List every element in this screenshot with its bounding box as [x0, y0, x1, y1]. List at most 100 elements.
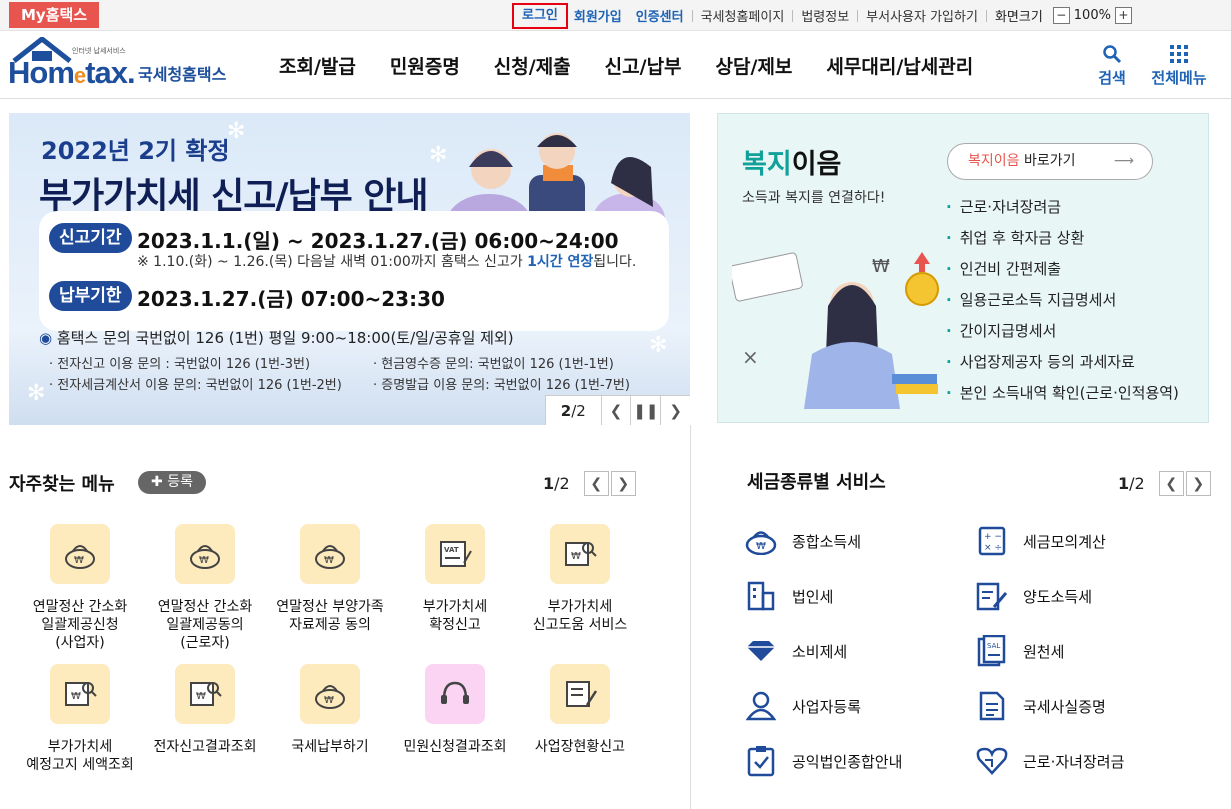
frequent-menu-item[interactable]: ₩ 부가가치세 예정고지 세액조회	[18, 664, 142, 774]
diamond-icon	[744, 634, 778, 668]
svg-text:₩: ₩	[324, 555, 334, 566]
banner-next-button[interactable]: ❯	[660, 395, 690, 425]
snowflake-icon: ✻	[649, 333, 668, 358]
tax-service-right-item[interactable]: + − × ÷ 세금모의계산	[975, 524, 1106, 558]
global-nav: 조회/발급 민원증명 신청/제출 신고/납부 상담/제보 세무대리/납세관리	[262, 31, 990, 99]
page-total: /2	[554, 474, 570, 493]
welfare-item[interactable]: 본인 소득내역 확인(근로·인적용역)	[946, 378, 1179, 409]
my-hometax-button[interactable]: My홈택스	[9, 2, 100, 28]
frequent-menu-item[interactable]: ₩ 부가가치세 신고도움 서비스	[518, 524, 642, 634]
inquiry-info: ◉ 홈택스 문의 국번없이 126 (1번) 평일 9:00~18:00(토/일…	[39, 327, 514, 348]
frequent-next-button[interactable]: ❯	[610, 471, 636, 496]
calculator-icon: + − × ÷	[975, 524, 1009, 558]
welfare-item[interactable]: 간이지급명세서	[946, 316, 1179, 347]
page-current: 1	[543, 474, 555, 493]
won-search-icon: ₩	[175, 664, 235, 724]
nav-consult-report[interactable]: 상담/제보	[716, 52, 793, 79]
money-bag-icon: ₩	[744, 524, 778, 558]
frequent-menu-item[interactable]: VAT 부가가치세 확정신고	[393, 524, 517, 634]
document-write-icon	[975, 579, 1009, 613]
money-bag-icon: ₩	[50, 524, 110, 584]
inquiry-line: · 전자신고 이용 문의 : 국번없이 126 (1번-3번)	[49, 357, 311, 372]
filing-period-value: 2023.1.1.(일) ~ 2023.1.27.(금) 06:00~24:00	[137, 229, 619, 253]
banner-page-indicator: 2/2	[546, 402, 601, 420]
welfare-item[interactable]: 근로·자녀장려금	[946, 192, 1179, 223]
note-text: ※ 1.10.(화) ~ 1.26.(목) 다음날 새벽 01:00까지 홈택스…	[137, 254, 528, 270]
frequent-menu-label: 부가가치세 확정신고	[422, 599, 488, 633]
tax-service-right-item[interactable]: 국세사실증명	[975, 689, 1106, 723]
tax-service-right-item[interactable]: 근로·자녀장려금	[975, 744, 1124, 778]
chevron-right-icon: ❯	[669, 401, 682, 420]
nts-homepage-link[interactable]: 국세청홈페이지	[701, 6, 785, 25]
frequent-menu-item[interactable]: ₩ 연말정산 부양가족 자료제공 동의	[268, 524, 392, 634]
svg-text:₩: ₩	[324, 695, 334, 706]
tax-service-right-item[interactable]: 양도소득세	[975, 579, 1092, 613]
dept-user-join-link[interactable]: 부서사용자 가입하기	[866, 6, 978, 25]
welfare-item[interactable]: 일용근로소득 지급명세서	[946, 285, 1179, 316]
tax-service-left-item[interactable]: ₩ 종합소득세	[744, 524, 861, 558]
inquiry-line: · 전자세금계산서 이용 문의: 국번없이 126 (1번-2번)	[49, 378, 342, 393]
frequent-menu-label: 연말정산 간소화 일괄제공동의 (근로자)	[157, 599, 253, 651]
frequent-prev-button[interactable]: ❮	[583, 471, 609, 496]
filing-period-badge: 신고기간	[49, 223, 132, 253]
heart-icon	[975, 744, 1009, 778]
welfare-item[interactable]: 사업장제공자 등의 과세자료	[946, 347, 1179, 378]
welfare-link-panel: 복지이음 소득과 복지를 연결하다! 복지이음 바로가기 ⟶ ₩ × 근로·자녀…	[717, 113, 1209, 423]
zoom-out-button[interactable]: −	[1052, 7, 1070, 24]
tax-service-left-item[interactable]: 소비제세	[744, 634, 847, 668]
tax-service-label: 소비제세	[792, 642, 848, 661]
page-current: 1	[1118, 474, 1130, 493]
banner-prev-button[interactable]: ❮	[600, 395, 631, 425]
svg-text:VAT: VAT	[444, 546, 459, 554]
frequent-menu-item[interactable]: ₩ 전자신고결과조회	[143, 664, 267, 756]
frequent-menu-item[interactable]: 민원신청결과조회	[393, 664, 517, 756]
button-part: 바로가기	[1019, 153, 1076, 169]
welfare-item[interactable]: 취업 후 학자금 상환	[946, 223, 1179, 254]
frequent-menu-label: 민원신청결과조회	[403, 739, 507, 755]
law-info-link[interactable]: 법령정보	[801, 6, 849, 25]
zoom-level: 100%	[1073, 8, 1111, 23]
frequent-menu-label: 전자신고결과조회	[153, 739, 257, 755]
nav-inquiry-issue[interactable]: 조회/발급	[279, 52, 356, 79]
building-icon	[744, 579, 778, 613]
inquiry-line: · 현금영수증 문의: 국번없이 126 (1번-1번)	[373, 357, 614, 372]
vat-notice-banner[interactable]: ✻ ✻ ✻ ✻ 2022년 2기 확정 부가가치세 신고/납부 안내 신고기간 …	[9, 113, 690, 425]
logo-wordmark: Hometax.	[8, 55, 136, 91]
frequent-menu-item[interactable]: ₩ 연말정산 간소화 일괄제공동의 (근로자)	[143, 524, 267, 652]
document-edit-icon	[550, 664, 610, 724]
frequent-menu-item[interactable]: ₩ 국세납부하기	[268, 664, 392, 756]
welfare-go-button[interactable]: 복지이음 바로가기 ⟶	[947, 143, 1153, 180]
frequent-menu-label: 부가가치세 예정고지 세액조회	[26, 739, 134, 773]
tax-service-label: 공익법인종합안내	[792, 752, 903, 771]
nav-apply-submit[interactable]: 신청/제출	[494, 52, 571, 79]
all-menu-button[interactable]: 전체메뉴	[1149, 41, 1209, 88]
services-next-button[interactable]: ❯	[1185, 471, 1211, 496]
tax-service-left-item[interactable]: 공익법인종합안내	[744, 744, 902, 778]
welfare-item[interactable]: 인건비 간편제출	[946, 254, 1179, 285]
zoom-in-button[interactable]: +	[1114, 7, 1132, 24]
chevron-left-icon: ❮	[590, 475, 603, 492]
services-prev-button[interactable]: ❮	[1158, 471, 1184, 496]
money-bag-icon: ₩	[300, 524, 360, 584]
hometax-logo[interactable]: 인터넷 납세서비스 Hometax. 국세청홈택스	[8, 37, 238, 93]
register-menu-button[interactable]: ✚ 등록	[138, 471, 206, 494]
frequent-menu-item[interactable]: 사업장현황신고	[518, 664, 642, 756]
signup-link[interactable]: 회원가입	[574, 6, 622, 25]
inquiry-text: 홈택스 문의 국번없이 126 (1번) 평일 9:00~18:00(토/일/공…	[56, 329, 514, 347]
divider	[792, 9, 794, 22]
nav-report-pay[interactable]: 신고/납부	[605, 52, 682, 79]
screen-size-label: 화면크기	[994, 10, 1043, 25]
tax-service-right-item[interactable]: SAL 원천세	[975, 634, 1064, 668]
nav-tax-agent[interactable]: 세무대리/납세관리	[826, 52, 973, 79]
person-icon	[744, 689, 778, 723]
banner-pause-button[interactable]: ❚❚	[630, 395, 660, 425]
tax-service-left-item[interactable]: 법인세	[744, 579, 833, 613]
frequent-menu-title: 자주찾는 메뉴	[9, 474, 115, 495]
nav-civil-certificate[interactable]: 민원증명	[390, 52, 460, 79]
tax-service-left-item[interactable]: 사업자등록	[744, 689, 861, 723]
frequent-menu-label: 연말정산 간소화 일괄제공신청 (사업자)	[32, 599, 128, 651]
frequent-menu-item[interactable]: ₩ 연말정산 간소화 일괄제공신청 (사업자)	[18, 524, 142, 652]
search-button[interactable]: 검색	[1082, 41, 1142, 88]
login-link[interactable]: 로그인	[512, 2, 568, 29]
cert-center-link[interactable]: 인증센터	[636, 6, 684, 25]
